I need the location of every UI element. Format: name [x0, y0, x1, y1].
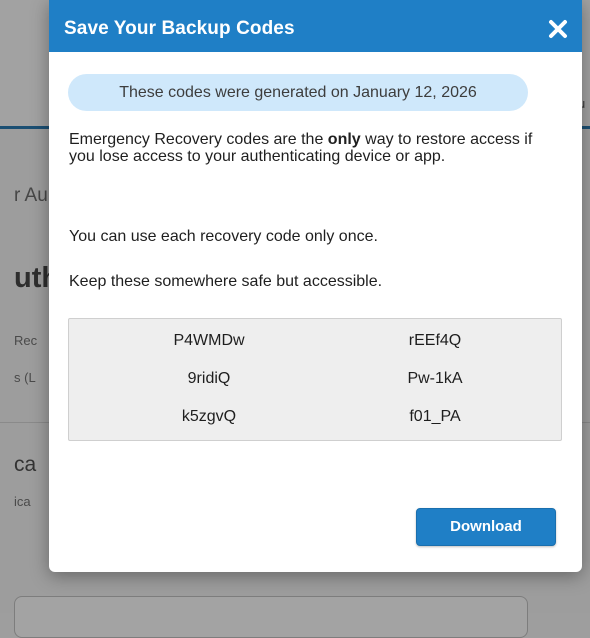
background-input: [14, 596, 528, 638]
safekeeping-notice: Keep these somewhere safe but accessible…: [69, 273, 383, 290]
close-icon: [549, 20, 567, 38]
close-button[interactable]: [546, 17, 570, 41]
single-use-notice: You can use each recovery code only once…: [69, 228, 378, 245]
explanation-text: Emergency Recovery codes are the: [69, 131, 328, 148]
backup-code: f01_PA: [409, 408, 461, 425]
background-subheading: ca: [14, 453, 37, 476]
generated-date-notice: These codes were generated on January 12…: [68, 74, 528, 111]
background-text-line: ica: [14, 494, 31, 509]
backup-codes-list: P4WMDw rEEf4Q 9ridiQ Pw-1kA k5zgvQ f01_P…: [68, 318, 562, 441]
explanation-emphasis: only: [327, 131, 361, 148]
backup-code: 9ridiQ: [187, 370, 231, 387]
background-text-line: s (L: [14, 370, 36, 385]
backup-code: Pw-1kA: [407, 370, 463, 387]
backup-code: k5zgvQ: [181, 408, 237, 425]
modal-header: Save Your Backup Codes: [49, 0, 582, 52]
background-section-title: r Au: [14, 185, 48, 206]
background-text-line: Rec: [14, 333, 38, 348]
recovery-explanation: Emergency Recovery codes are the only wa…: [69, 131, 559, 165]
download-button[interactable]: Download: [416, 508, 556, 546]
backup-code: P4WMDw: [173, 332, 245, 349]
backup-codes-modal: Save Your Backup Codes These codes were …: [49, 0, 582, 572]
modal-title: Save Your Backup Codes: [64, 18, 295, 39]
backup-code: rEEf4Q: [408, 332, 462, 349]
